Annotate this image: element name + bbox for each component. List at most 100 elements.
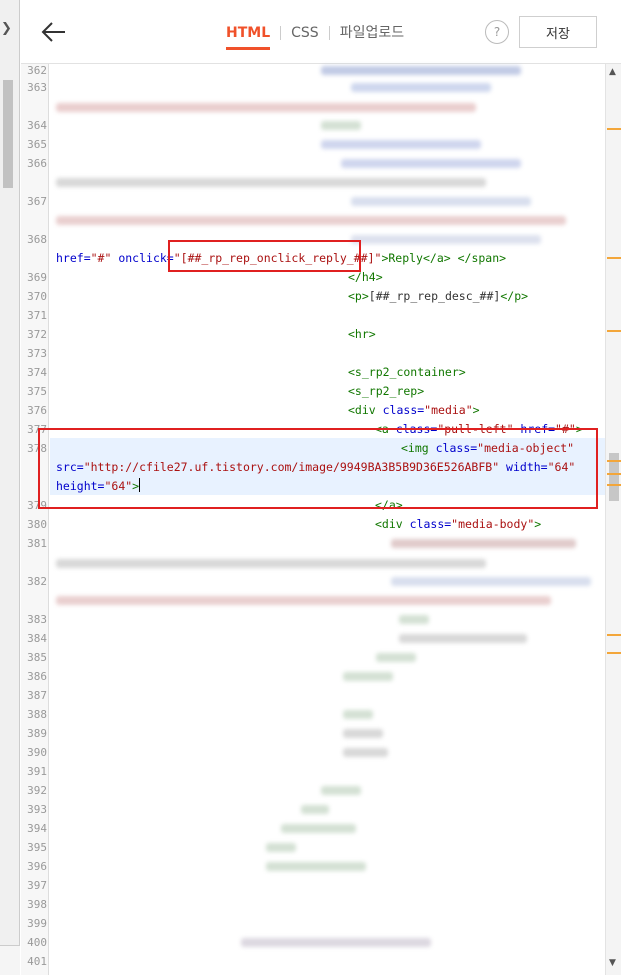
scroll-marker (607, 634, 621, 636)
scroll-down-icon[interactable]: ▼ (609, 958, 616, 968)
obscured-code (351, 235, 541, 244)
line-number: 380 (27, 518, 47, 531)
obscured-code (343, 729, 383, 738)
tab-html[interactable]: HTML (226, 23, 271, 50)
code-line-372: <hr> (348, 327, 376, 341)
obscured-code (56, 103, 476, 112)
code-line-370: <p>[##_rp_rep_desc_##]</p> (348, 287, 528, 306)
obscured-code (341, 159, 521, 168)
code-token: > (534, 517, 542, 531)
scroll-marker (607, 460, 621, 462)
line-number: 368 (27, 233, 47, 246)
code-token: </p> (500, 289, 529, 303)
vertical-scrollbar[interactable]: ▲ ▼ (605, 64, 621, 975)
scroll-marker (607, 652, 621, 654)
line-number: 371 (27, 309, 47, 322)
obscured-code (391, 539, 576, 548)
tab-file-upload[interactable]: 파일업로드 (340, 23, 404, 43)
line-number: 369 (27, 271, 47, 284)
obscured-code (321, 121, 361, 130)
line-number: 366 (27, 157, 47, 170)
obscured-code (56, 596, 551, 605)
obscured-code (343, 710, 373, 719)
code-token: > (472, 403, 480, 417)
line-number: 387 (27, 689, 47, 702)
line-number: 393 (27, 803, 47, 816)
code-token: onclick= (111, 251, 174, 265)
line-number: 363 (27, 81, 47, 94)
obscured-code (321, 140, 481, 149)
line-number: 395 (27, 841, 47, 854)
code-token: <p> (348, 289, 369, 303)
line-number: 383 (27, 613, 47, 626)
code-token: "#" (90, 251, 112, 265)
obscured-code (351, 83, 491, 92)
line-number: 370 (27, 290, 47, 303)
scroll-marker (607, 330, 621, 332)
line-number: 367 (27, 195, 47, 208)
back-button[interactable] (41, 20, 67, 44)
line-number: 373 (27, 347, 47, 360)
scroll-marker (607, 128, 621, 130)
line-number: 382 (27, 575, 47, 588)
left-strip-footer (0, 945, 20, 975)
scroll-up-icon[interactable]: ▲ (609, 67, 616, 77)
line-number: 397 (27, 879, 47, 892)
obscured-code (343, 748, 388, 757)
line-number: 362 (27, 64, 47, 77)
line-number: 375 (27, 385, 47, 398)
line-number: 364 (27, 119, 47, 132)
code-line-380: <div class="media-body"> (375, 515, 541, 534)
obscured-code (399, 615, 429, 624)
line-number: 376 (27, 404, 47, 417)
left-scrollbar-thumb[interactable] (3, 80, 13, 188)
obscured-code (321, 786, 361, 795)
scroll-marker (607, 473, 621, 475)
scroll-marker (607, 484, 621, 486)
obscured-code (321, 66, 521, 75)
obscured-code (301, 805, 329, 814)
line-number: 392 (27, 784, 47, 797)
code-token: >Reply</a> </span> (381, 251, 507, 265)
left-panel-strip: ❯ (0, 0, 20, 975)
line-number: 396 (27, 860, 47, 873)
obscured-code (56, 216, 566, 225)
code-token: class= (382, 403, 425, 417)
obscured-code (266, 843, 296, 852)
help-icon[interactable]: ? (485, 20, 509, 44)
line-number: 381 (27, 537, 47, 550)
code-token: <div (375, 517, 410, 531)
code-token: "media" (424, 403, 473, 417)
annotation-box-img (38, 428, 598, 509)
line-number: 398 (27, 898, 47, 911)
line-number: 389 (27, 727, 47, 740)
obscured-code (399, 634, 527, 643)
code-line-375: <s_rp2_rep> (348, 384, 425, 398)
obscured-code (56, 178, 486, 187)
code-token: [##_rp_rep_desc_##] (368, 289, 501, 303)
line-number: 388 (27, 708, 47, 721)
line-number: 400 (27, 936, 47, 949)
obscured-code (351, 197, 531, 206)
obscured-code (241, 938, 431, 947)
code-token: "media-body" (451, 517, 535, 531)
code-token: href= (56, 251, 91, 265)
line-number: 384 (27, 632, 47, 645)
app-root: ❯ HTML CSS 파일업로드 ? 저장 362 363 364 365 36 (0, 0, 621, 975)
obscured-code (343, 672, 393, 681)
code-editor[interactable]: 362 363 364 365 366 367 368 369 370 371 … (21, 64, 621, 975)
code-token: <div (348, 403, 383, 417)
line-number: 386 (27, 670, 47, 683)
tab-divider (280, 26, 282, 40)
scroll-marker (607, 257, 621, 259)
line-number: 374 (27, 366, 47, 379)
obscured-code (281, 824, 356, 833)
chevron-right-icon[interactable]: ❯ (1, 22, 12, 35)
code-line-374: <s_rp2_container> (348, 365, 466, 379)
tab-css[interactable]: CSS (291, 23, 319, 43)
save-button[interactable]: 저장 (519, 16, 597, 48)
line-number: 372 (27, 328, 47, 341)
obscured-code (56, 559, 486, 568)
annotation-box-onclick (168, 240, 361, 272)
line-number: 391 (27, 765, 47, 778)
